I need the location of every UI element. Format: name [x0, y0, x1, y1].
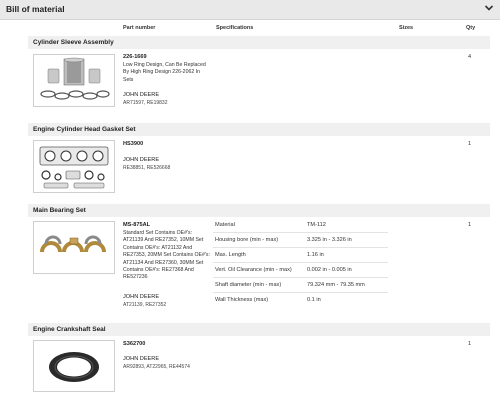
cylinder-sleeve-image[interactable]: [33, 54, 115, 107]
spec-row: Material TM-112: [213, 218, 388, 233]
reference-numbers: AT21139, RE27352: [123, 302, 167, 308]
part-number[interactable]: MS-875AL: [123, 222, 150, 228]
section-title: Cylinder Sleeve Assembly: [33, 39, 114, 46]
part-description: Low Ring Design, Can Be Replaced By High…: [123, 62, 206, 83]
reference-numbers: AR71597, RE19832: [123, 100, 168, 106]
quantity: 1: [468, 141, 472, 147]
quantity: 1: [468, 341, 472, 347]
section-header-main-bearing: Main Bearing Set: [28, 204, 490, 217]
column-header-qty: Qty: [466, 25, 476, 31]
brand-name: JOHN DEERE: [123, 294, 160, 300]
brand-name: JOHN DEERE: [123, 157, 160, 163]
main-bearing-image[interactable]: [33, 221, 115, 274]
part-number[interactable]: HS3900: [123, 141, 143, 147]
specifications-table: Material TM-112 Housing bore (min - max)…: [213, 218, 388, 308]
spec-row: Shaft diameter (min - max) 79.324 mm - 7…: [213, 278, 388, 293]
part-number[interactable]: 226-1669: [123, 54, 147, 60]
header-title: Bill of material: [6, 4, 65, 14]
crankshaft-seal-image[interactable]: [33, 340, 115, 392]
spec-row: Wall Thickness (max) 0.1 in: [215, 297, 321, 303]
quantity: 4: [468, 54, 472, 60]
bill-of-material-header[interactable]: Bill of material: [0, 0, 500, 20]
part-description: Standard Set Contains OE#'s: AT21139 And…: [123, 230, 210, 281]
spec-row: Vert. Oil Clearance (min - max) 0.002 in…: [213, 263, 388, 278]
section-header-head-gasket: Engine Cylinder Head Gasket Set: [28, 123, 490, 136]
brand-name: JOHN DEERE: [123, 92, 160, 98]
section-header-crankshaft-seal: Engine Crankshaft Seal: [28, 323, 490, 336]
head-gasket-image[interactable]: [33, 140, 115, 193]
section-title: Engine Cylinder Head Gasket Set: [33, 126, 136, 133]
part-number[interactable]: S362700: [123, 341, 145, 347]
reference-numbers: AR92893, AT22965, RE44574: [123, 364, 190, 370]
chevron-down-icon[interactable]: [484, 3, 494, 13]
column-header-specifications: Specifications: [216, 25, 254, 31]
section-title: Engine Crankshaft Seal: [33, 326, 106, 333]
brand-name: JOHN DEERE: [123, 356, 160, 362]
spec-row: Housing bore (min - max) 3.325 in - 3.32…: [213, 233, 388, 248]
section-header-cylinder-sleeve: Cylinder Sleeve Assembly: [28, 36, 490, 49]
column-header-sizes: Sizes: [399, 25, 414, 31]
column-header-part-number: Part number: [123, 25, 156, 31]
reference-numbers: RE38851, RE526668: [123, 165, 171, 171]
section-title: Main Bearing Set: [33, 207, 86, 214]
quantity: 1: [468, 222, 472, 228]
spec-row: Max. Length 1.16 in: [213, 248, 388, 263]
